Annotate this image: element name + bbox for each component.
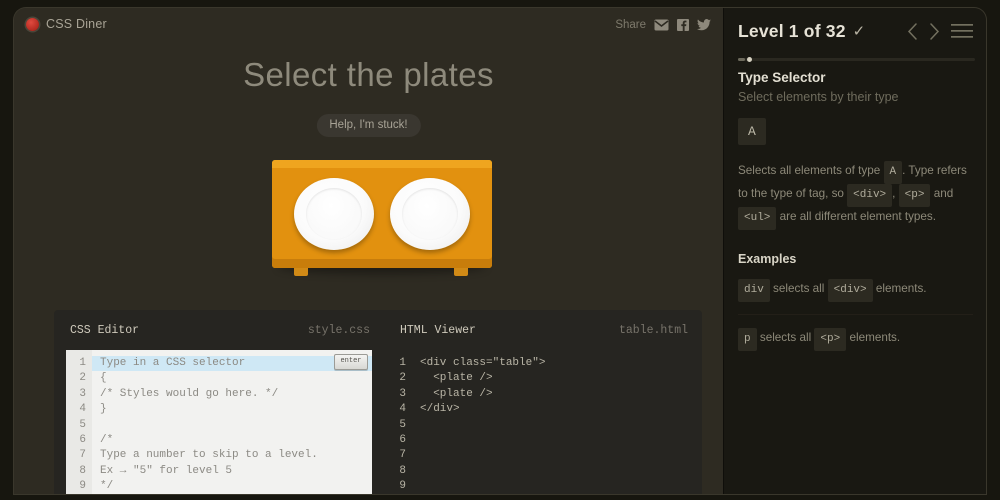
examples-list: div selects all <div> elements. p selects… [738,279,973,363]
line-number: 8 [399,464,406,477]
example-row: p selects all <p> elements. [738,328,973,363]
sidebar: Level 1 of 32 ✓ Type Selector Select ele… [723,8,986,494]
line-number: 6 [79,433,86,446]
line-number: 9 [79,480,86,493]
share-label: Share [615,19,646,31]
plate[interactable] [294,178,374,250]
line-number: 4 [399,403,406,416]
css-editor-lines[interactable]: Type in a CSS selector{ /* Styles would g… [92,350,372,494]
editors-panel: CSS Editor style.css 12345678910 Type in… [54,310,702,494]
line-number: 2 [399,372,406,385]
html-viewer-lines[interactable]: <div class="table"> <plate /> <plate /> <… [412,350,688,494]
code-line: <plate /> [420,372,493,385]
line-number: 1 [79,357,86,369]
css-diner-app: CSS Diner Share Select the plates Help, … [0,0,1000,500]
code-line: { [100,372,107,385]
brand-name: CSS Diner [46,17,107,31]
code-line: /* Styles would go here. */ [100,387,279,400]
code-line: */ [100,480,114,493]
line-number: 8 [79,464,86,477]
line-number: 7 [399,449,406,462]
line-number: 7 [79,449,86,462]
css-editor-filename: style.css [307,323,370,337]
plate[interactable] [390,178,470,250]
html-viewer-column: HTML Viewer table.html 12345678910 <div … [384,310,702,494]
lesson-description: Selects all elements of type A. Type ref… [738,161,973,230]
css-editor-title: CSS Editor [70,323,140,337]
level-label: Level 1 of 32 [738,20,846,41]
code-chip: <ul> [738,207,777,230]
line-number: 3 [79,387,86,400]
line-number: 5 [79,418,86,431]
lesson-title: Type Selector [738,70,826,85]
lesson-subtitle: Select elements by their type [738,90,899,104]
facebook-icon[interactable] [677,19,689,31]
help-button[interactable]: Help, I'm stuck! [316,114,421,137]
email-icon[interactable] [654,19,669,31]
line-number: 3 [399,387,406,400]
table-surface[interactable] [272,160,492,268]
brand-dot-icon [26,17,39,31]
html-viewer-filename: table.html [618,323,688,337]
code-chip: <p> [814,328,847,351]
level-progress-knob[interactable] [747,57,753,62]
code-line: </div> [420,403,460,416]
twitter-icon[interactable] [697,19,711,31]
code-chip: <div> [847,184,893,207]
code-line: <div class="table"> [420,357,546,369]
html-viewer-title: HTML Viewer [400,323,476,337]
line-number: 4 [79,403,86,416]
brand: CSS Diner [26,17,107,31]
code-line: Type a number to skip to a level. [100,449,318,462]
example-row: div selects all <div> elements. [738,279,973,315]
level-complete-icon: ✓ [852,23,866,40]
enter-button[interactable]: enter [334,354,368,370]
code-chip: <p> [898,184,931,207]
html-viewer-gutter: 12345678910 [386,350,412,494]
chevron-right-icon[interactable] [929,22,940,40]
css-editor-gutter: 12345678910 [66,350,92,494]
css-editor-code[interactable]: 12345678910 Type in a CSS selector{/* St… [66,350,372,494]
sidebar-body: Type Selector Select elements by their t… [724,70,986,363]
code-line: Ex → "5" for level 5 [100,464,233,477]
table-scene [272,160,492,285]
html-viewer-header: HTML Viewer table.html [384,310,702,350]
code-line: /* [100,433,114,446]
css-selector-input[interactable]: Type in a CSS selector [92,356,372,372]
line-number: 1 [399,357,406,369]
main-panel: CSS Diner Share Select the plates Help, … [14,8,723,494]
code-chip: <div> [827,279,873,302]
code-chip: p [738,328,757,351]
line-number: 6 [399,433,406,446]
examples-title: Examples [738,252,797,266]
code-chip: div [738,279,770,302]
app-window: CSS Diner Share Select the plates Help, … [14,8,986,494]
share-group: Share [615,19,711,31]
code-chip: A [883,161,903,184]
line-number: 2 [79,372,86,385]
line-number: 9 [399,480,406,493]
code-line: <plate /> [420,387,493,400]
css-editor-header: CSS Editor style.css [54,310,384,350]
title-bar: CSS Diner Share [14,8,723,42]
sidebar-header: Level 1 of 32 ✓ [724,8,986,54]
css-editor-column: CSS Editor style.css 12345678910 Type in… [54,310,384,494]
sidebar-nav [907,22,973,40]
level-progress-bar[interactable] [738,57,975,62]
page-title: Select the plates [243,56,494,93]
line-number: 5 [399,418,406,431]
level-progress-fill [738,58,746,61]
hamburger-menu-icon[interactable] [951,23,973,39]
code-line: } [100,403,107,416]
chevron-left-icon[interactable] [907,22,918,40]
html-viewer-code: 12345678910 <div class="table"> <plate /… [386,350,688,494]
lesson-selector-chip: A [738,118,766,145]
